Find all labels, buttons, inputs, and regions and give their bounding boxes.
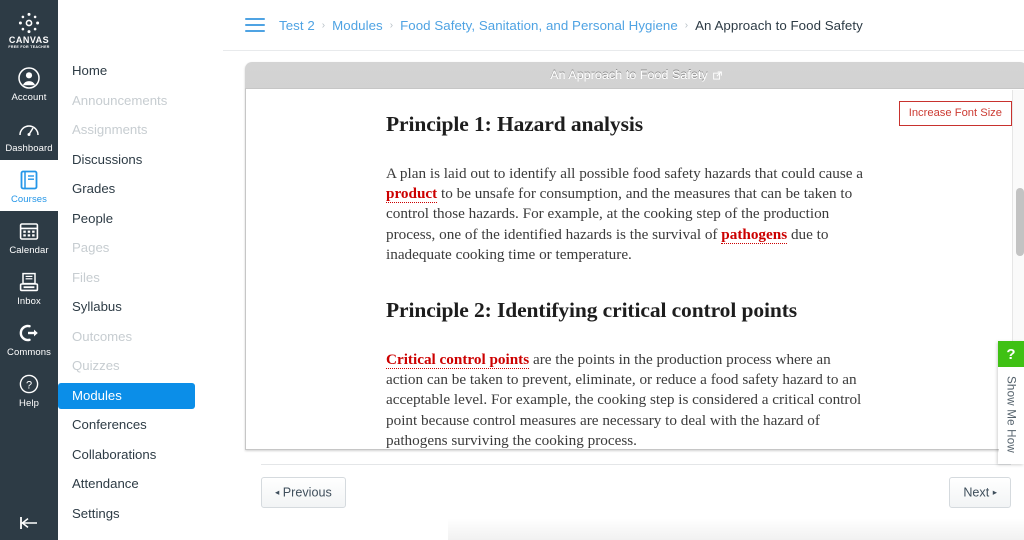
help-question-icon: ? [998,341,1024,367]
increase-font-size-button[interactable]: Increase Font Size [898,101,1012,126]
course-navigation: Home Announcements Assignments Discussio… [58,0,223,540]
show-me-how-label: Show Me How [998,367,1024,464]
course-nav-item-conferences[interactable]: Conferences [58,412,211,438]
next-arrow-icon: ▸ [992,487,997,497]
breadcrumb-separator: › [389,19,394,31]
course-nav-item-home[interactable]: Home [58,58,211,84]
global-nav-item-calendar[interactable]: Calendar [0,211,58,262]
hamburger-menu-icon[interactable] [245,18,265,32]
breadcrumb-item-module[interactable]: Food Safety, Sanitation, and Personal Hy… [400,18,678,33]
next-button-label: Next [963,485,990,500]
glossary-term-critical-control-points[interactable]: Critical control points [386,351,530,370]
global-nav-label-inbox: Inbox [17,296,41,307]
glossary-term-product[interactable]: product [386,185,438,204]
section-paragraph-2: Critical control points are the points i… [386,350,870,449]
global-nav-label-commons: Commons [7,347,51,358]
course-nav-item-outcomes[interactable]: Outcomes [58,324,211,350]
canvas-logo-icon[interactable]: CANVAS FREE FOR TEACHER [0,0,58,58]
book-icon [18,167,40,193]
global-navigation: CANVAS FREE FOR TEACHER Account Dashboar… [0,0,58,540]
canvas-app: CANVAS FREE FOR TEACHER Account Dashboar… [0,0,1024,540]
section-heading-1: Principle 1: Hazard analysis [386,112,643,136]
course-nav-item-discussions[interactable]: Discussions [58,147,211,173]
course-nav-item-settings[interactable]: Settings [58,501,211,527]
previous-button[interactable]: ◂ Previous [261,477,346,508]
global-nav-label-help: Help [19,398,39,409]
tool-title-bar: An Approach to Food Safety [245,62,1024,88]
previous-arrow-icon: ◂ [275,487,280,497]
breadcrumb-separator: › [321,19,326,31]
course-nav-item-people[interactable]: People [58,206,211,232]
para1-text-a: A plan is laid out to identify all possi… [386,165,864,182]
global-nav-item-commons[interactable]: Commons [0,313,58,364]
course-nav-item-announcements[interactable]: Announcements [58,88,211,114]
course-nav-item-pages[interactable]: Pages [58,235,211,261]
svg-text:?: ? [26,380,32,392]
breadcrumb: Test 2 › Modules › Food Safety, Sanitati… [223,0,1024,51]
section-paragraph-1: A plan is laid out to identify all possi… [386,164,870,265]
breadcrumb-item-modules[interactable]: Modules [332,18,383,33]
external-tool-shell: An Approach to Food Safety Principle 1: … [245,62,1024,450]
question-circle-icon: ? [18,371,40,397]
external-link-icon[interactable] [712,70,722,80]
canvas-logo-tagline: FREE FOR TEACHER [8,45,50,49]
course-nav-item-attendance[interactable]: Attendance [58,471,211,497]
content-region: An Approach to Food Safety Principle 1: … [223,51,1024,508]
global-nav-item-account[interactable]: Account [0,58,58,109]
breadcrumb-separator: › [684,19,689,31]
show-me-how-tab[interactable]: ? Show Me How [998,341,1024,464]
canvas-logo-wordmark: CANVAS [8,35,50,45]
course-nav-item-grades[interactable]: Grades [58,176,211,202]
section-heading-2: Principle 2: Identifying critical contro… [386,298,798,323]
previous-button-label: Previous [282,485,332,500]
calendar-icon [18,218,40,244]
global-nav-label-courses: Courses [10,194,48,205]
page-bottom-shadow [448,518,1024,540]
arrow-out-circle-icon [18,320,40,346]
page-title: An Approach to Food Safety [550,68,708,82]
main-content-column: Test 2 › Modules › Food Safety, Sanitati… [223,0,1024,540]
breadcrumb-item-course[interactable]: Test 2 [279,18,315,33]
user-circle-icon [17,65,41,91]
course-nav-list: Home Announcements Assignments Discussio… [58,58,223,527]
tool-iframe-body: Principle 1: Hazard analysis A plan is l… [245,88,1024,450]
global-nav-item-help[interactable]: ? Help [0,364,58,415]
course-nav-item-files[interactable]: Files [58,265,211,291]
lesson-document: Principle 1: Hazard analysis A plan is l… [246,89,1024,449]
canvas-logo-mark [18,12,40,34]
module-sequence-footer: ◂ Previous Next ▸ [239,465,1024,508]
course-nav-item-modules[interactable]: Modules [58,382,195,409]
breadcrumb-item-current: An Approach to Food Safety [695,17,863,33]
global-nav-item-inbox[interactable]: Inbox [0,262,58,313]
collapse-left-icon[interactable] [0,514,58,532]
scrollbar-thumb[interactable] [1015,188,1024,256]
course-nav-item-assignments[interactable]: Assignments [58,117,211,143]
glossary-term-pathogens[interactable]: pathogens [721,225,788,244]
speedometer-icon [17,116,41,142]
global-nav-item-dashboard[interactable]: Dashboard [0,109,58,160]
course-nav-item-syllabus[interactable]: Syllabus [58,294,211,320]
course-nav-item-collaborations[interactable]: Collaborations [58,442,211,468]
next-button[interactable]: Next ▸ [949,477,1011,508]
global-nav-label-dashboard: Dashboard [5,143,53,154]
inbox-tray-icon [18,269,40,295]
global-nav-label-calendar: Calendar [9,245,49,256]
global-nav-item-courses[interactable]: Courses [0,160,58,211]
course-nav-item-quizzes[interactable]: Quizzes [58,353,211,379]
global-nav-label-account: Account [11,92,47,103]
